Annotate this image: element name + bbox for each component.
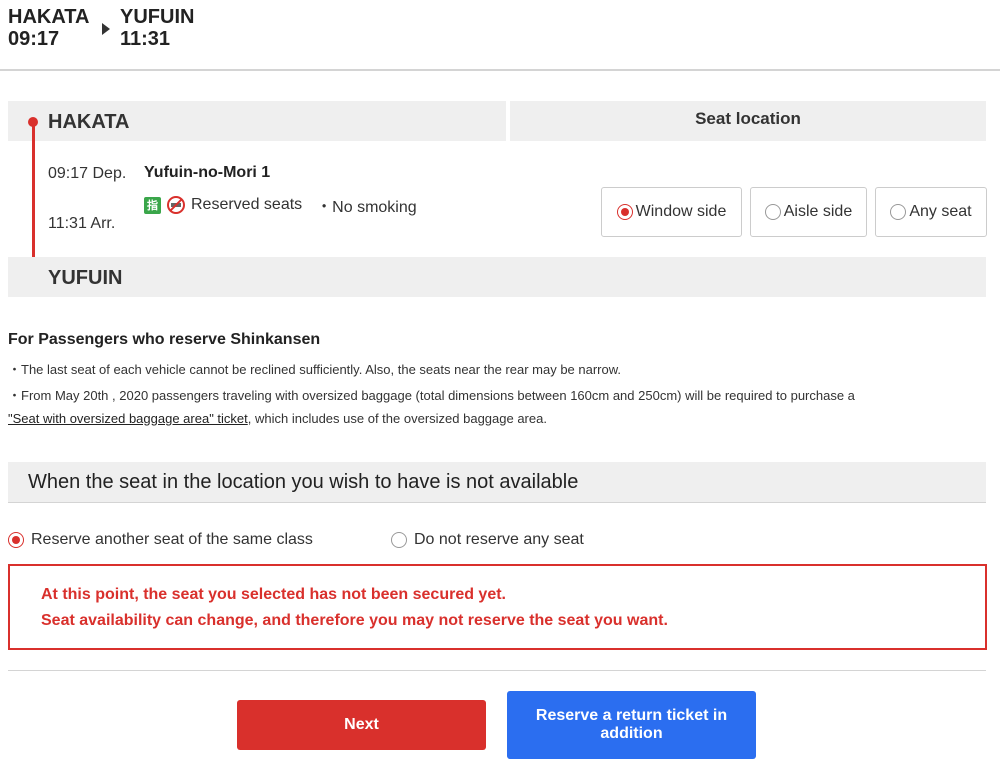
note-reclining: ・The last seat of each vehicle cannot be… xyxy=(8,362,622,377)
route-timeline xyxy=(32,121,35,277)
reserve-return-ticket-button[interactable]: Reserve a return ticket in addition xyxy=(507,691,756,759)
seat-option-window[interactable]: Window side xyxy=(601,187,742,237)
footer-divider xyxy=(8,670,986,671)
notes-title: For Passengers who reserve Shinkansen xyxy=(8,331,321,348)
option-do-not-reserve[interactable]: Do not reserve any seat xyxy=(391,531,584,549)
warning-line-1: At this point, the seat you selected has… xyxy=(41,586,506,603)
triangle-right-icon xyxy=(102,23,110,35)
header-origin-station: HAKATA xyxy=(8,6,90,28)
radio-selected-icon xyxy=(8,532,24,548)
header-origin-time: 09:17 xyxy=(8,28,60,50)
warning-line-2: Seat availability can change, and theref… xyxy=(41,612,668,629)
note-oversized-baggage-cont: "Seat with oversized baggage area" ticke… xyxy=(8,411,547,426)
header-divider xyxy=(0,69,1000,71)
seat-option-label: Window side xyxy=(635,203,727,220)
origin-dot-icon xyxy=(28,117,38,127)
origin-station-name: HAKATA xyxy=(48,111,130,133)
unavailable-divider xyxy=(8,502,986,503)
next-button[interactable]: Next xyxy=(237,700,486,750)
seat-type-label: Reserved seats xyxy=(191,196,303,213)
destination-stop-bar: YUFUIN xyxy=(8,257,986,297)
header-destination: YUFUIN 11:31 xyxy=(120,6,194,50)
warning-box: At this point, the seat you selected has… xyxy=(8,564,987,650)
seat-option-label: Any seat xyxy=(909,203,972,220)
unavailable-section-title: When the seat in the location you wish t… xyxy=(28,471,579,493)
header-destination-station: YUFUIN xyxy=(120,6,195,28)
option-reserve-same-class[interactable]: Reserve another seat of the same class xyxy=(8,531,313,549)
seat-location-heading: Seat location xyxy=(510,101,986,141)
destination-station-name: YUFUIN xyxy=(48,267,123,289)
seat-option-any[interactable]: Any seat xyxy=(875,187,987,237)
train-info: 指 Reserved seats ・No smoking xyxy=(144,193,417,217)
origin-stop-bar: HAKATA xyxy=(8,101,506,141)
header-destination-time: 11:31 xyxy=(120,28,171,50)
seat-option-label: Aisle side xyxy=(783,203,853,220)
header-origin: HAKATA 09:17 xyxy=(8,6,89,50)
radio-unselected-icon xyxy=(391,532,407,548)
seat-option-aisle[interactable]: Aisle side xyxy=(750,187,867,237)
smoking-label: ・No smoking xyxy=(316,199,417,216)
radio-unselected-icon xyxy=(890,204,907,220)
oversized-baggage-link[interactable]: "Seat with oversized baggage area" ticke… xyxy=(8,411,248,426)
option-label: Do not reserve any seat xyxy=(414,531,584,548)
option-label: Reserve another seat of the same class xyxy=(31,531,313,548)
radio-unselected-icon xyxy=(764,204,781,220)
reserved-seat-icon: 指 xyxy=(144,196,161,214)
note-oversized-baggage: ・From May 20th , 2020 passengers traveli… xyxy=(8,388,855,403)
unavailable-section-header: When the seat in the location you wish t… xyxy=(8,462,986,502)
note-oversized-baggage-rest: , which includes use of the oversized ba… xyxy=(247,411,547,426)
no-smoking-icon xyxy=(167,196,185,214)
departure-time: 09:17 Dep. xyxy=(48,165,127,182)
radio-selected-icon xyxy=(616,204,633,220)
arrival-time: 11:31 Arr. xyxy=(48,215,116,232)
train-name: Yufuin-no-Mori 1 xyxy=(144,164,271,181)
